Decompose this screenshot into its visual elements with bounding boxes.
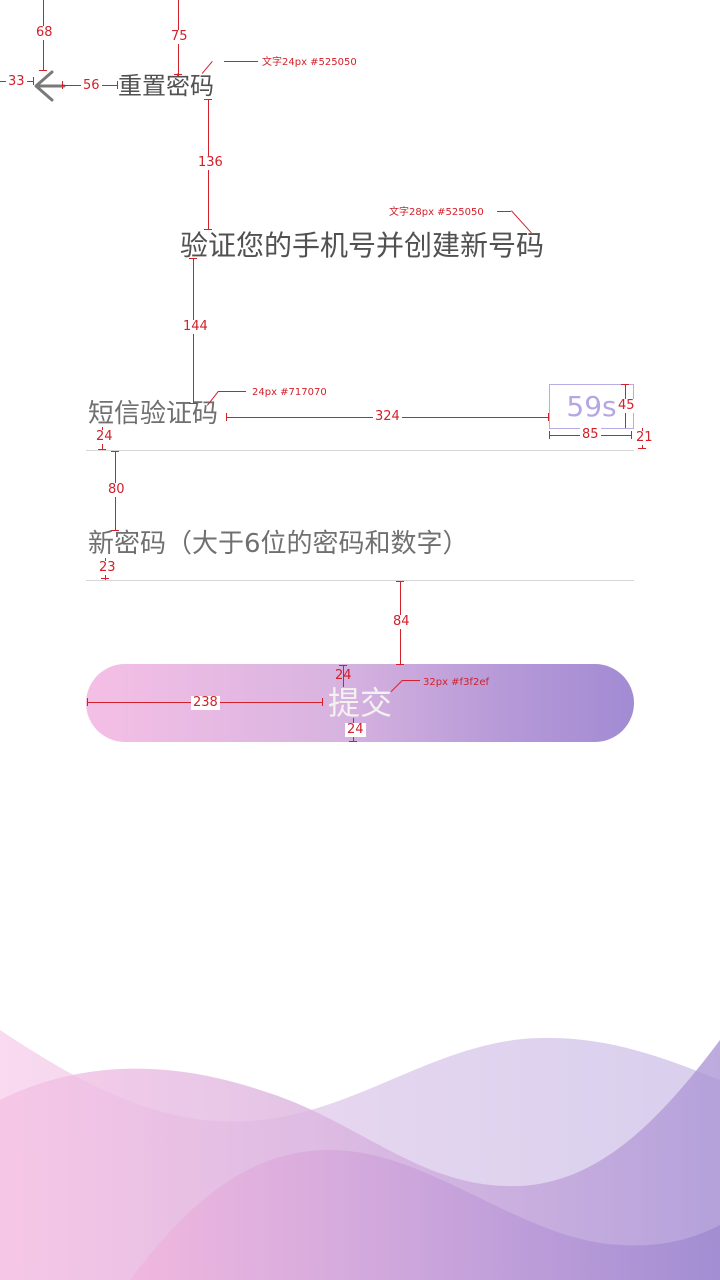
annotation-note-subtitle: 文字28px #525050 (389, 207, 484, 218)
annotation-80: 80 (106, 482, 127, 497)
annotation-45: 45 (616, 398, 637, 413)
new-password-input[interactable]: 新密码（大于6位的密码和数字） (88, 526, 469, 562)
page-title: 重置密码 (118, 72, 214, 100)
annotation-85: 85 (580, 427, 601, 442)
annotation-68: 68 (34, 25, 55, 40)
annotation-24-sms: 24 (94, 429, 115, 444)
annotation-75: 75 (169, 29, 190, 44)
annotation-note-label: 24px #717070 (252, 387, 327, 398)
page-subtitle: 验证您的手机号并创建新号码 (180, 229, 545, 262)
annotation-144: 144 (181, 319, 210, 334)
annotation-324: 324 (373, 409, 402, 424)
annotation-56: 56 (81, 78, 102, 93)
sms-code-divider (86, 450, 634, 451)
annotation-21: 21 (634, 430, 655, 445)
sms-code-input[interactable]: 短信验证码 (88, 396, 218, 432)
annotation-note-title: 文字24px #525050 (262, 57, 357, 68)
back-button[interactable] (30, 66, 70, 106)
annotation-84: 84 (391, 614, 412, 629)
annotation-note-button: 32px #f3f2ef (423, 677, 489, 688)
annotation-24-top: 24 (335, 668, 352, 683)
annotation-23: 23 (97, 560, 118, 575)
annotation-238: 238 (191, 695, 220, 710)
annotation-33: 33 (6, 74, 27, 89)
decorative-waves (0, 1030, 720, 1280)
arrow-left-icon (34, 70, 66, 102)
annotation-24-bottom: 24 (345, 722, 366, 737)
annotation-136: 136 (196, 155, 225, 170)
new-password-divider (86, 580, 634, 581)
